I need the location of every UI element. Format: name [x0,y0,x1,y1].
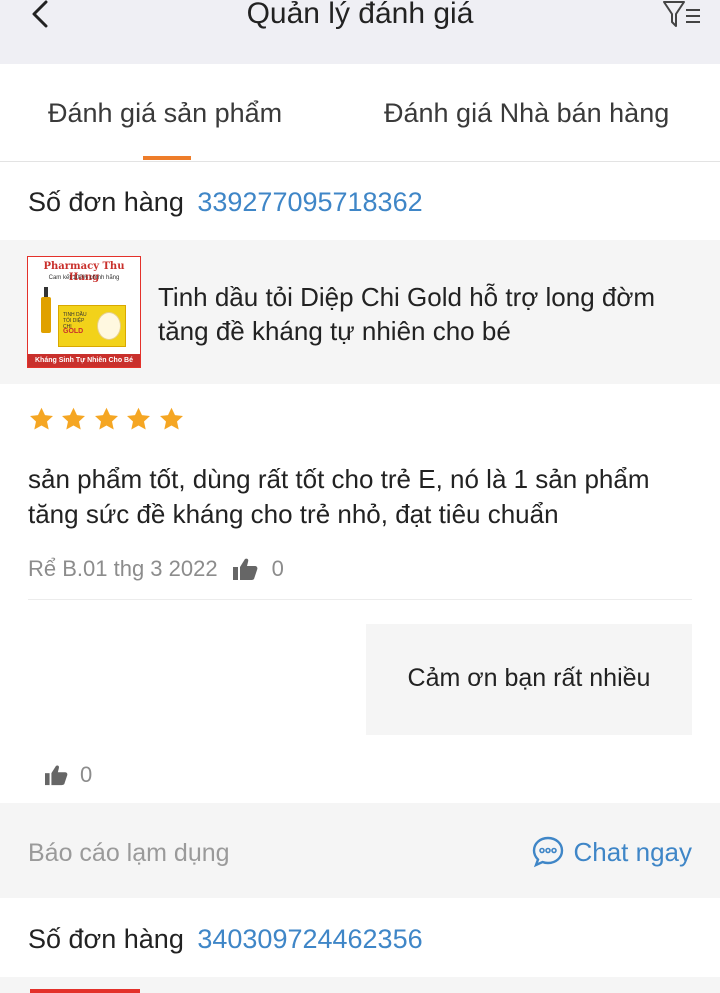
tab-bar: Đánh giá sản phẩm Đánh giá Nhà bán hàng [0,64,720,162]
garlic-icon [97,312,121,340]
review-meta: Rể B.01 thg 3 2022 0 [28,556,284,582]
chat-now-button[interactable]: Chat ngay [531,835,692,869]
order-header: Số đơn hàng 340309724462356 [0,900,720,978]
star-rating [28,406,186,438]
seller-reply-bubble: Cảm ơn bạn rất nhiều [366,624,692,735]
thumbs-up-icon[interactable] [44,764,68,786]
order-label: Số đơn hàng [28,187,184,217]
divider [28,599,692,600]
next-product-row [0,977,720,993]
tab-seller-reviews[interactable]: Đánh giá Nhà bán hàng [384,98,669,129]
tab-product-reviews[interactable]: Đánh giá sản phẩm [48,98,282,129]
star-icon [30,407,53,430]
chat-bubble-icon [533,836,564,868]
top-bar: Quản lý đánh giá [0,0,720,64]
order-number-link[interactable]: 339277095718362 [197,187,422,217]
filter-list-icon[interactable] [660,0,704,32]
product-row[interactable]: Pharmacy Thu Hang Cam kết 100% chính hãn… [0,240,720,384]
order-number-link[interactable]: 340309724462356 [197,924,422,954]
star-icon [159,407,183,430]
review-text: sản phẩm tốt, dùng rất tốt cho trẻ E, nó… [28,464,650,529]
order-label: Số đơn hàng [28,924,184,954]
star-icon [127,407,151,430]
reviewer-date: Rể B.01 thg 3 2022 [28,556,218,581]
like-count: 0 [271,556,284,581]
report-abuse-link[interactable]: Báo cáo lạm dụng [28,839,230,868]
active-tab-indicator [143,156,191,160]
star-icon [94,407,118,430]
order-header: Số đơn hàng 339277095718362 [0,163,720,241]
thumb-subtitle: Cam kết 100% chính hãng [48,275,120,281]
star-icon [62,407,86,430]
reply-likes: 0 [44,762,92,788]
chat-now-label: Chat ngay [573,836,692,867]
bottle-icon [41,287,51,333]
seller-reply-text: Cảm ơn bạn rất nhiều [407,664,651,692]
reply-like-count: 0 [80,762,93,787]
thumbs-up-icon[interactable] [232,557,258,581]
review-actions: Báo cáo lạm dụng Chat ngay [0,803,720,898]
next-product-thumbnail [30,989,140,993]
product-name[interactable]: Tinh dầu tỏi Diệp Chi Gold hỗ trợ long đ… [158,280,698,348]
product-box: TINH DẦU TỎI DIỆP CHI GOLD [58,305,126,347]
page-title: Quản lý đánh giá [246,0,474,30]
thumb-footer: Kháng Sinh Tự Nhiên Cho Bé [28,354,140,367]
product-thumbnail: Pharmacy Thu Hang Cam kết 100% chính hãn… [27,256,141,368]
